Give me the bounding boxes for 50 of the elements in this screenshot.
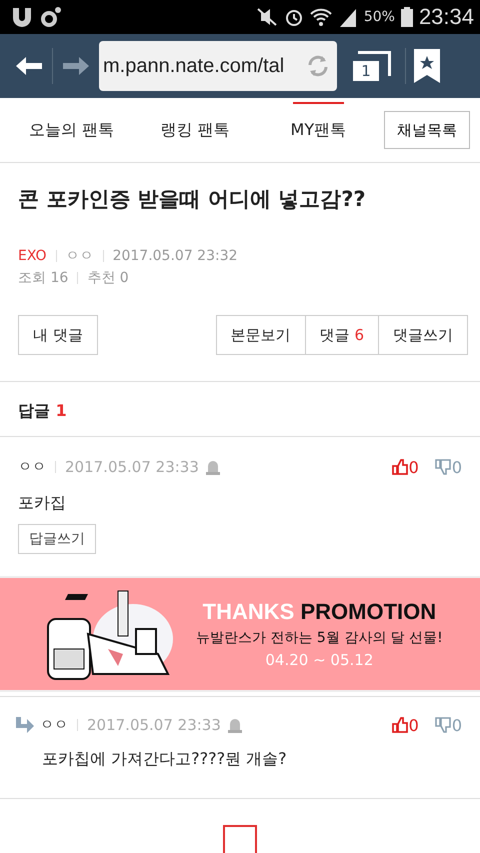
comment-text: 포카칩에 가져간다고????뭔 개솔? xyxy=(42,749,288,770)
comment-date: 2017.05.07 23:33 xyxy=(65,458,199,476)
banner-subtitle: 뉴발란스가 전하는 5월 감사의 달 선물! xyxy=(196,629,443,647)
reply-arrow-icon xyxy=(14,717,34,733)
signal-icon xyxy=(338,7,358,27)
comment-author: ㅇㅇ xyxy=(18,458,46,476)
replies-heading: 답글 1 xyxy=(0,382,480,437)
author-name: ㅇㅇ xyxy=(66,247,94,265)
write-comment-button[interactable]: 댓글쓰기 xyxy=(379,315,468,355)
banner-dates: 04.20 ~ 05.12 xyxy=(265,651,374,669)
back-icon[interactable] xyxy=(14,55,44,77)
app-icon xyxy=(10,6,34,28)
ad-banner[interactable]: THANKS PROMOTION 뉴발란스가 전하는 5월 감사의 달 선물! 04.20 ~ 05.12 xyxy=(0,576,480,692)
reply-button[interactable]: 답글쓰기 xyxy=(18,524,96,554)
thumbs-down-icon xyxy=(434,459,451,475)
battery-icon xyxy=(400,7,413,27)
like-button[interactable]: 0 xyxy=(382,716,419,734)
channel-link[interactable]: EXO xyxy=(18,248,47,264)
alarm-icon xyxy=(284,7,304,27)
tabs-button[interactable]: 1 xyxy=(351,49,391,83)
bookmark-icon[interactable] xyxy=(414,49,440,83)
siren-icon[interactable] xyxy=(226,716,243,734)
comment-date: 2017.05.07 23:33 xyxy=(87,716,221,734)
view-post-button[interactable]: 본문보기 xyxy=(216,315,306,355)
wifi-icon xyxy=(310,7,332,27)
banner-headline: THANKS PROMOTION xyxy=(202,599,436,625)
post-title: 콘 포카인증 받을때 어디에 넣고감?? xyxy=(18,186,367,213)
like-button[interactable]: 0 xyxy=(382,458,419,476)
comment-text: 포카집 xyxy=(18,493,67,514)
post-date: 2017.05.07 23:32 xyxy=(112,248,238,264)
view-count: 조회 16 xyxy=(18,269,68,287)
nav-tab[interactable]: 오늘의 팬톡 xyxy=(14,98,130,162)
address-bar[interactable]: m.pann.nate.com/tal xyxy=(99,41,337,91)
my-comments-button[interactable]: 내 댓글 xyxy=(18,315,98,355)
siren-icon[interactable] xyxy=(204,458,221,476)
thumbs-up-icon xyxy=(392,459,408,475)
comments-button[interactable]: 댓글 6 xyxy=(306,315,379,355)
thumbs-down-icon xyxy=(434,717,451,733)
comment-author: ㅇㅇ xyxy=(40,716,68,734)
mute-icon xyxy=(256,7,278,27)
battery-level: 50% xyxy=(364,9,395,25)
recommend-count: 추천 0 xyxy=(87,269,129,287)
channel-list-button[interactable]: 채널목록 xyxy=(384,111,470,149)
nav-tab[interactable]: MY팬톡 xyxy=(260,98,376,162)
forward-icon[interactable] xyxy=(61,55,91,77)
page-button[interactable] xyxy=(223,825,257,853)
thumbs-up-icon xyxy=(392,717,408,733)
clock: 23:34 xyxy=(418,4,474,30)
circle-icon xyxy=(40,6,62,28)
nav-tab[interactable]: 랭킹 팬톡 xyxy=(137,98,253,162)
